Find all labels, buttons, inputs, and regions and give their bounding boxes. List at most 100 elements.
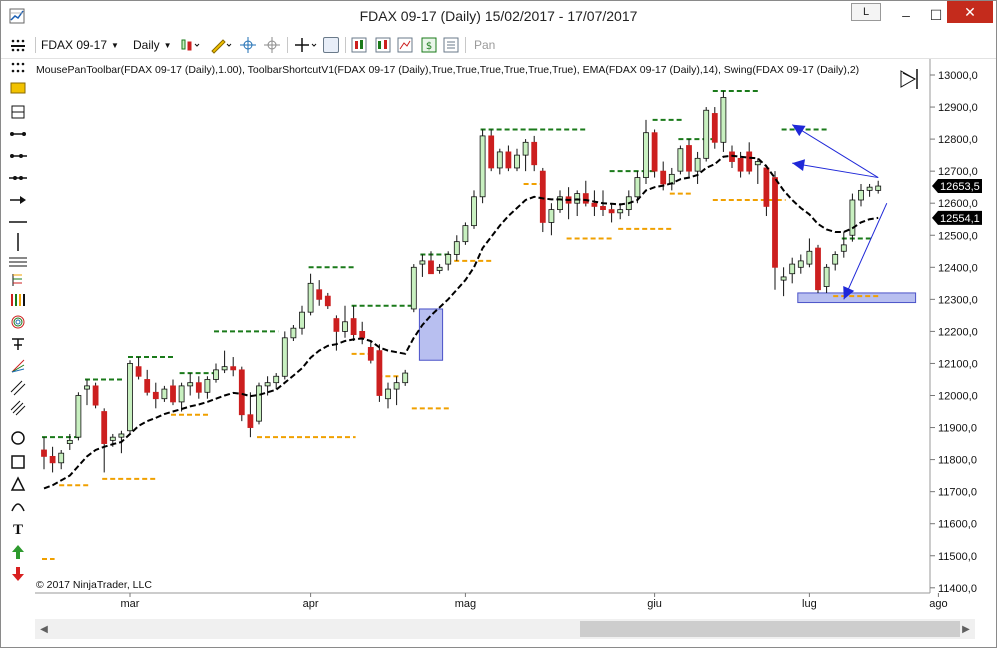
extended-line-icon[interactable] — [8, 169, 28, 187]
fibonacci-extensions-icon[interactable] — [8, 291, 28, 309]
instrument-selector[interactable]: FDAX 09-17 ▼ — [41, 36, 119, 54]
fibonacci-retracement-icon[interactable] — [8, 271, 28, 289]
scrollbar-thumb[interactable] — [580, 621, 960, 637]
candle-up — [58, 452, 65, 464]
price-chart[interactable]: MousePanToolbar(FDAX 09-17 (Daily),1.00)… — [35, 59, 996, 619]
candle-up — [720, 97, 727, 143]
candle-up — [496, 151, 503, 169]
candle-up — [694, 157, 701, 172]
zoom-icon[interactable] — [323, 36, 339, 54]
properties-icon[interactable] — [443, 36, 459, 54]
candle-up — [127, 363, 133, 432]
candle-down — [49, 455, 56, 464]
price-marker-label: 12554,1 — [940, 213, 980, 225]
candle-up — [462, 225, 469, 243]
candle-down — [815, 247, 821, 291]
gann-fan-icon[interactable] — [8, 357, 28, 375]
candle-down — [539, 170, 546, 223]
candle-up — [823, 266, 830, 287]
candle-up — [634, 177, 641, 198]
candle-down — [359, 330, 366, 339]
candle-up — [256, 385, 262, 422]
candle-down — [488, 135, 495, 169]
candle-up — [273, 375, 280, 384]
templates-icon[interactable] — [397, 36, 413, 54]
chart-trader-icon[interactable]: $ — [421, 36, 437, 54]
candle-down — [591, 202, 598, 207]
candle-down — [350, 318, 357, 336]
price-tick-label: 11900,0 — [938, 423, 977, 435]
ruler-icon[interactable] — [8, 79, 28, 97]
candle-down — [144, 379, 151, 393]
candle-down — [746, 151, 753, 172]
candle-down — [195, 382, 202, 393]
horizontal-line-icon[interactable] — [8, 213, 28, 231]
price-tick-label: 12500,0 — [938, 230, 978, 242]
price-marker-label: 12653,5 — [940, 181, 980, 193]
price-tick-label: 12900,0 — [938, 102, 978, 114]
candle-up — [643, 132, 649, 178]
scroll-right-icon[interactable]: ▶ — [959, 621, 973, 637]
trend-channel-icon[interactable] — [8, 399, 28, 417]
period-selector[interactable]: Daily ▼ — [133, 36, 172, 54]
chart-toolbar: FDAX 09-17 ▼ Daily ▼ $ Pan — [1, 31, 996, 59]
horizontal-scrollbar[interactable]: ◀ ▶ — [35, 619, 975, 639]
candle-up — [419, 260, 426, 265]
vertical-line-icon[interactable] — [8, 233, 28, 251]
text-tool-icon[interactable]: T — [8, 521, 28, 539]
candle-down — [316, 289, 323, 300]
candle-up — [118, 433, 125, 438]
scroll-left-icon[interactable]: ◀ — [37, 621, 51, 637]
candle-up — [754, 161, 761, 166]
price-tick-label: 12000,0 — [938, 391, 978, 403]
candle-up — [445, 254, 452, 265]
arc-icon[interactable] — [8, 497, 28, 515]
toolbar-separator — [465, 37, 466, 53]
arrow-up-icon[interactable] — [8, 543, 28, 561]
arrow-line-icon[interactable] — [8, 191, 28, 209]
crosshair-icon[interactable] — [239, 36, 261, 54]
candle-down — [711, 113, 718, 143]
fibonacci-circle-icon[interactable] — [8, 313, 28, 331]
andrews-pitchfork-icon[interactable] — [8, 253, 28, 271]
line-icon[interactable] — [8, 125, 28, 143]
pan-button[interactable]: Pan — [474, 36, 495, 54]
regression-channel-icon[interactable] — [8, 379, 28, 397]
candle-up — [410, 266, 417, 310]
candle-up — [204, 379, 211, 393]
risk-reward-icon[interactable] — [8, 103, 28, 121]
chart-style-button[interactable] — [179, 36, 201, 54]
rectangle-icon[interactable] — [8, 453, 28, 471]
fibonacci-time-icon[interactable] — [8, 335, 28, 353]
link-button[interactable]: L — [851, 3, 881, 21]
candle-down — [101, 411, 108, 444]
price-tick-label: 11500,0 — [938, 551, 977, 563]
move-icon[interactable] — [293, 36, 319, 54]
price-tick-label: 11600,0 — [938, 519, 977, 531]
triangle-icon[interactable] — [8, 475, 28, 493]
candle-up — [840, 244, 847, 252]
candle-up — [522, 141, 529, 156]
ray-icon[interactable] — [8, 147, 28, 165]
candle-up — [342, 321, 348, 332]
candle-up — [436, 266, 443, 271]
draw-pencil-icon[interactable] — [209, 36, 233, 54]
global-crosshair-icon[interactable] — [263, 36, 283, 54]
price-tick-label: 11700,0 — [938, 487, 977, 499]
strategies-icon[interactable] — [375, 36, 391, 54]
title-bar[interactable]: FDAX 09-17 (Daily) 15/02/2017 - 17/07/20… — [1, 1, 996, 31]
arrow-down-icon[interactable] — [8, 565, 28, 583]
minimize-button[interactable]: – — [891, 1, 921, 29]
candle-down — [651, 132, 658, 172]
indicators-icon[interactable] — [351, 36, 367, 54]
price-tick-label: 12700,0 — [938, 166, 978, 178]
candle-up — [290, 327, 297, 339]
candle-down — [772, 177, 778, 268]
ellipse-icon[interactable] — [8, 429, 28, 447]
candle-up — [307, 282, 314, 313]
candle-down — [608, 209, 615, 214]
toolbar-separator — [345, 37, 346, 53]
close-button[interactable]: ✕ — [947, 1, 993, 23]
candle-down — [376, 350, 383, 396]
price-tick-label: 12200,0 — [938, 326, 978, 338]
